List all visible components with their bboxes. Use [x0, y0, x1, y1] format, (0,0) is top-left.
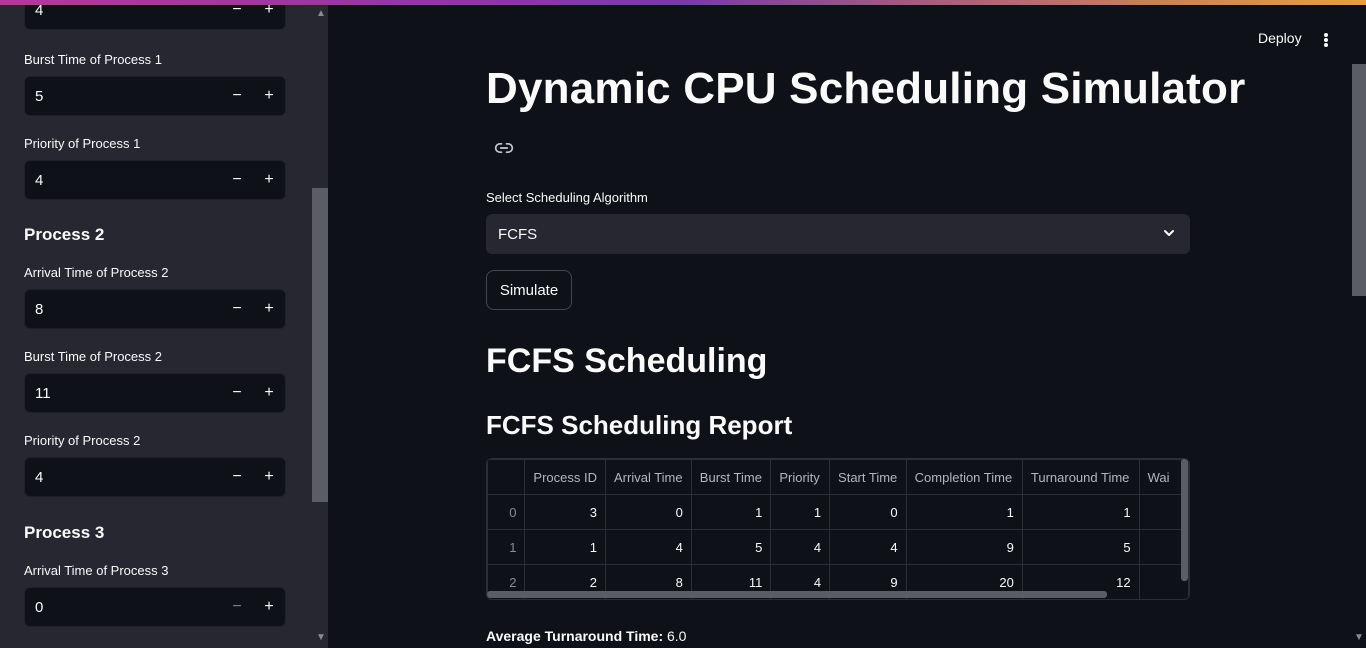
number-input-priority-2[interactable]: 4 − + [24, 457, 286, 497]
table-cell[interactable]: 4 [605, 529, 692, 565]
kebab-menu-icon[interactable] [1320, 30, 1332, 50]
column-header[interactable]: Process ID [524, 459, 606, 495]
table-cell[interactable]: 5 [690, 529, 772, 565]
deploy-button[interactable]: Deploy [1258, 30, 1302, 46]
column-header[interactable]: Start Time [829, 459, 907, 495]
table-cell[interactable]: 9 [905, 529, 1023, 565]
number-input-arrival-3[interactable]: 0 − + [24, 587, 286, 627]
number-input-priority-1[interactable]: 4 − + [24, 160, 286, 200]
table-cell[interactable]: 1 [770, 494, 831, 530]
algorithm-select[interactable]: FCFS [486, 214, 1190, 254]
field-label: Burst Time of Process 1 [24, 52, 162, 67]
decrement-button[interactable]: − [221, 587, 253, 627]
column-header[interactable]: Burst Time [690, 459, 772, 495]
increment-button[interactable]: + [253, 457, 285, 497]
sidebar: 4 − + Burst Time of Process 1 5 − + Prio… [0, 0, 328, 648]
chevron-down-icon [1164, 230, 1174, 236]
increment-button[interactable]: + [253, 76, 285, 116]
link-icon[interactable] [494, 138, 514, 158]
section-title: FCFS Scheduling [486, 342, 768, 380]
table-cell[interactable]: 1 [524, 529, 606, 565]
main-content: Deploy Dynamic CPU Scheduling Simulator … [328, 0, 1366, 648]
table-header-row: Process ID Arrival Time Burst Time Prior… [487, 459, 1189, 495]
field-label: Arrival Time of Process 2 [24, 265, 169, 280]
number-input-burst-1[interactable]: 5 − + [24, 76, 286, 116]
average-turnaround-label: Average Turnaround Time: [486, 628, 664, 644]
table-cell[interactable]: 0 [605, 494, 692, 530]
number-input-value[interactable]: 4 [25, 172, 221, 189]
process-heading: Process 2 [24, 225, 105, 244]
scroll-up-icon[interactable]: ▲ [316, 8, 326, 19]
number-input-burst-2[interactable]: 11 − + [24, 373, 286, 413]
data-table: Process ID Arrival Time Burst Time Prior… [487, 459, 1189, 599]
decrement-button[interactable]: − [221, 160, 253, 200]
decrement-button[interactable]: − [221, 76, 253, 116]
number-input-value[interactable]: 4 [25, 469, 221, 486]
column-header[interactable] [487, 459, 526, 495]
scroll-down-icon[interactable]: ▼ [316, 632, 326, 643]
report-table[interactable]: Process ID Arrival Time Burst Time Prior… [486, 458, 1190, 600]
table-cell[interactable]: 1 [1021, 494, 1140, 530]
number-input-value[interactable]: 11 [25, 385, 221, 402]
report-title: FCFS Scheduling Report [486, 410, 793, 440]
table-cell[interactable]: 4 [770, 529, 831, 565]
decrement-button[interactable]: − [221, 289, 253, 329]
select-value: FCFS [498, 225, 538, 243]
number-input-value[interactable]: 0 [25, 599, 221, 616]
table-cell[interactable]: 1 [690, 494, 772, 530]
column-header[interactable]: Turnaround Time [1021, 459, 1140, 495]
select-label: Select Scheduling Algorithm [486, 190, 648, 205]
process-heading: Process 3 [24, 523, 105, 542]
row-index: 1 [487, 529, 526, 565]
table-cell[interactable]: 0 [829, 494, 907, 530]
number-input-arrival-2[interactable]: 8 − + [24, 289, 286, 329]
table-row[interactable]: 1 1 4 5 4 4 9 5 [487, 529, 1189, 565]
main-scrollbar[interactable]: ▼ [1350, 0, 1366, 648]
table-cell[interactable]: 1 [905, 494, 1023, 530]
field-label: Priority of Process 1 [24, 136, 141, 151]
simulate-button[interactable]: Simulate [486, 270, 572, 310]
decrement-button[interactable]: − [221, 457, 253, 497]
table-cell[interactable]: 3 [524, 494, 606, 530]
number-input-value[interactable]: 8 [25, 301, 221, 318]
scroll-down-icon[interactable]: ▼ [1354, 632, 1364, 643]
main-scroll-thumb[interactable] [1352, 64, 1366, 296]
increment-button[interactable]: + [253, 289, 285, 329]
decrement-button[interactable]: − [221, 373, 253, 413]
increment-button[interactable]: + [253, 160, 285, 200]
column-header[interactable]: Priority [770, 459, 831, 495]
field-label: Priority of Process 2 [24, 433, 141, 448]
table-cell[interactable]: 4 [829, 529, 907, 565]
table-vertical-scrollbar[interactable] [1181, 459, 1188, 581]
sidebar-scroll-thumb[interactable] [312, 188, 328, 502]
field-label: Arrival Time of Process 3 [24, 563, 169, 578]
increment-button[interactable]: + [253, 587, 285, 627]
sidebar-scrollbar[interactable]: ▲ ▼ [312, 0, 328, 648]
column-header[interactable]: Arrival Time [605, 459, 692, 495]
table-row[interactable]: 0 3 0 1 1 0 1 1 [487, 494, 1189, 530]
page-title: Dynamic CPU Scheduling Simulator [486, 64, 1246, 113]
table-cell[interactable]: 5 [1021, 529, 1140, 565]
table-horizontal-scrollbar[interactable] [487, 591, 1107, 598]
increment-button[interactable]: + [253, 373, 285, 413]
top-decoration-bar [0, 0, 1366, 5]
number-input-value[interactable]: 5 [25, 88, 221, 105]
average-turnaround: Average Turnaround Time: 6.0 [486, 628, 686, 644]
column-header[interactable]: Completion Time [905, 459, 1023, 495]
average-turnaround-value: 6.0 [667, 628, 687, 644]
row-index: 0 [487, 494, 526, 530]
field-label: Burst Time of Process 2 [24, 349, 162, 364]
